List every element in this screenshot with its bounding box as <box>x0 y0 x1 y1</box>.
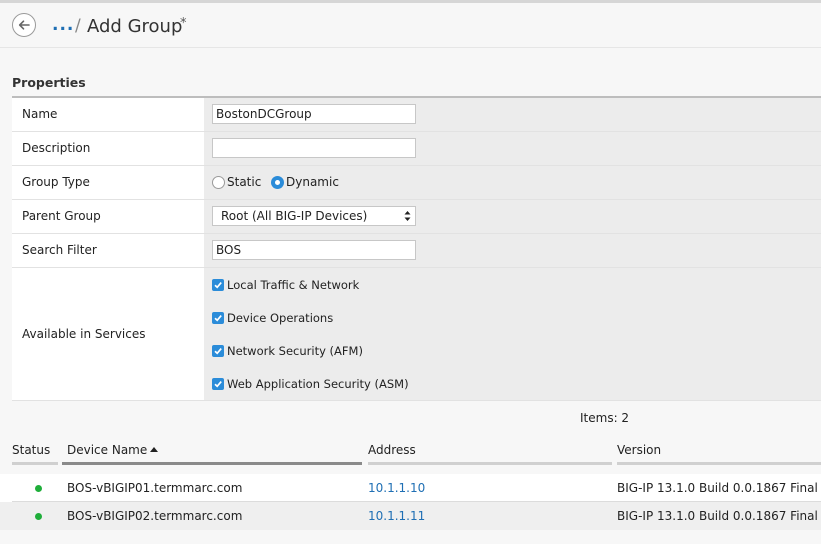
properties-section-title: Properties <box>12 75 86 90</box>
device-name-header-underline <box>62 462 362 465</box>
search-filter-label: Search Filter <box>22 243 97 257</box>
available-services-row: Available in Services Local Traffic & Ne… <box>12 268 821 401</box>
back-button[interactable] <box>12 13 36 37</box>
breadcrumb-ellipsis[interactable]: ... <box>52 15 74 35</box>
description-row: Description <box>12 132 821 166</box>
description-value-cell <box>204 132 821 165</box>
available-services-value-cell: Local Traffic & Network Device Operation… <box>204 268 821 400</box>
description-label: Description <box>22 141 91 155</box>
page-header: ... / Add Group * <box>0 3 821 48</box>
back-arrow-icon <box>18 20 30 30</box>
service-network-security-checkbox[interactable]: Network Security (AFM) <box>212 344 372 360</box>
properties-form: Name Description Group Type Static Dynam… <box>12 98 821 401</box>
name-input[interactable] <box>212 104 416 124</box>
column-header-address[interactable]: Address <box>368 443 416 457</box>
items-count: Items: 2 <box>580 411 630 425</box>
column-header-status[interactable]: Status <box>12 443 50 457</box>
parent-group-selected-value: Root (All BIG-IP Devices) <box>221 209 368 223</box>
name-value-cell <box>204 98 821 131</box>
column-header-version[interactable]: Version <box>617 443 661 457</box>
version-cell: BIG-IP 13.1.0 Build 0.0.1867 Final <box>617 509 818 523</box>
radio-unselected-icon <box>212 176 225 189</box>
version-header-underline <box>617 462 821 465</box>
available-services-label: Available in Services <box>22 327 146 341</box>
group-type-row: Group Type Static Dynamic <box>12 166 821 200</box>
service-local-traffic-checkbox[interactable]: Local Traffic & Network <box>212 278 372 294</box>
table-row[interactable]: BOS-vBIGIP02.termmarc.com 10.1.1.11 BIG-… <box>0 502 821 530</box>
service-label: Web Application Security (ASM) <box>227 377 409 391</box>
description-input[interactable] <box>212 138 416 158</box>
parent-group-select[interactable]: Root (All BIG-IP Devices) <box>212 206 416 226</box>
parent-group-label: Parent Group <box>22 209 101 223</box>
search-filter-row: Search Filter <box>12 234 821 268</box>
checkbox-checked-icon <box>212 345 224 357</box>
search-filter-input[interactable] <box>212 240 416 260</box>
device-name-cell: BOS-vBIGIP01.termmarc.com <box>67 481 243 495</box>
static-option-label: Static <box>227 175 262 189</box>
status-header-underline <box>12 462 58 465</box>
sort-ascending-icon <box>150 447 159 452</box>
name-row: Name <box>12 98 821 132</box>
service-label: Local Traffic & Network <box>227 278 360 292</box>
service-label: Device Operations <box>227 311 334 325</box>
select-arrows-icon <box>404 211 411 221</box>
device-name-cell: BOS-vBIGIP02.termmarc.com <box>67 509 243 523</box>
checkbox-checked-icon <box>212 378 224 390</box>
checkbox-checked-icon <box>212 312 224 324</box>
status-online-icon <box>35 513 42 520</box>
service-device-operations-checkbox[interactable]: Device Operations <box>212 311 352 327</box>
checkbox-checked-icon <box>212 279 224 291</box>
group-type-static-radio[interactable]: Static <box>212 175 262 191</box>
search-filter-value-cell <box>204 234 821 267</box>
dynamic-option-label: Dynamic <box>286 175 339 189</box>
group-type-value-cell: Static Dynamic <box>204 166 821 199</box>
column-header-device-name[interactable]: Device Name <box>67 443 159 457</box>
address-link[interactable]: 10.1.1.11 <box>368 509 425 523</box>
group-type-label: Group Type <box>22 175 90 189</box>
name-label: Name <box>22 107 58 121</box>
page-title: Add Group <box>87 16 183 37</box>
group-type-dynamic-radio[interactable]: Dynamic <box>271 175 339 191</box>
device-name-header-label: Device Name <box>67 443 148 457</box>
version-cell: BIG-IP 13.1.0 Build 0.0.1867 Final <box>617 481 818 495</box>
table-row[interactable]: BOS-vBIGIP01.termmarc.com 10.1.1.10 BIG-… <box>0 474 821 502</box>
address-header-underline <box>368 462 612 465</box>
status-online-icon <box>35 485 42 492</box>
parent-group-value-cell: Root (All BIG-IP Devices) <box>204 200 821 233</box>
service-label: Network Security (AFM) <box>227 344 363 358</box>
parent-group-row: Parent Group Root (All BIG-IP Devices) <box>12 200 821 234</box>
address-link[interactable]: 10.1.1.10 <box>368 481 425 495</box>
radio-selected-icon <box>271 176 284 189</box>
service-web-app-security-checkbox[interactable]: Web Application Security (ASM) <box>212 377 412 393</box>
unsaved-marker: * <box>180 16 187 31</box>
breadcrumb-separator: / <box>75 16 81 36</box>
